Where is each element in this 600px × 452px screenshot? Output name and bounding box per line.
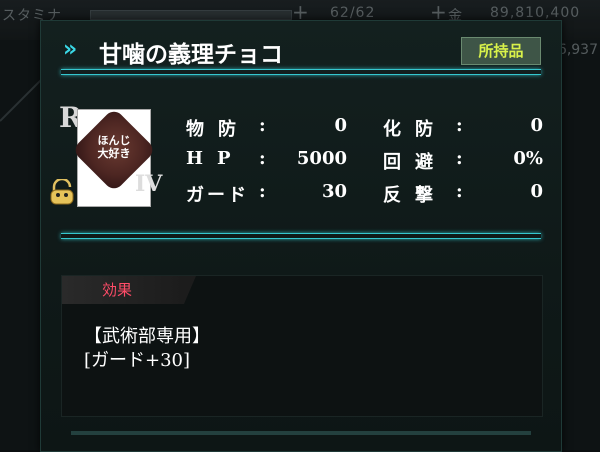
stamina-value: 62/62 bbox=[330, 5, 376, 21]
item-name: 甘噛の義理チョコ bbox=[99, 42, 283, 68]
effect-panel: 効果 【武術部専用】 [ガード+30] bbox=[61, 275, 543, 417]
money-value: 89,810,400 bbox=[490, 5, 581, 21]
owned-badge: 所持品 bbox=[461, 37, 541, 65]
phys-def-value: 0 bbox=[334, 115, 347, 136]
item-detail-dialog: » 甘噛の義理チョコ 所持品 R ほんじ 大好き IV 物防 : 0 化防 : … bbox=[40, 20, 562, 452]
counter-value: 0 bbox=[530, 181, 543, 202]
counter-colon: : bbox=[456, 181, 463, 202]
guard-label: ガード bbox=[186, 185, 249, 206]
bottom-bar bbox=[71, 431, 531, 435]
stats-separator bbox=[61, 233, 541, 239]
phys-def-colon: : bbox=[259, 115, 266, 136]
effect-tab: 効果 bbox=[62, 276, 196, 304]
hp-colon: : bbox=[259, 148, 266, 169]
chocolate-caption-line1: ほんじ bbox=[97, 134, 131, 147]
effect-line-1: 【武術部専用】 bbox=[84, 326, 210, 347]
stamina-bar bbox=[90, 10, 292, 20]
counter-label: 反撃 bbox=[383, 185, 447, 206]
evade-value: 0% bbox=[513, 148, 543, 169]
guard-value: 30 bbox=[321, 181, 347, 202]
hp-label: HP bbox=[186, 148, 245, 169]
effect-line-2: [ガード+30] bbox=[84, 350, 191, 371]
title-row: » 甘噛の義理チョコ 所持品 bbox=[41, 33, 561, 68]
magic-def-label: 化防 bbox=[383, 119, 447, 140]
hp-value: 5000 bbox=[296, 148, 347, 169]
chevron-right-icon: » bbox=[63, 37, 77, 62]
background-diagonal-line bbox=[0, 77, 44, 122]
magic-def-value: 0 bbox=[530, 115, 543, 136]
title-separator bbox=[61, 69, 541, 75]
evade-colon: : bbox=[456, 148, 463, 169]
chocolate-caption: ほんじ 大好き bbox=[84, 134, 144, 160]
guard-colon: : bbox=[259, 181, 266, 202]
chocolate-caption-line2: 大好き bbox=[97, 147, 131, 160]
effect-tab-label: 効果 bbox=[102, 281, 133, 299]
magic-def-colon: : bbox=[456, 115, 463, 136]
phys-def-label: 物防 bbox=[186, 119, 250, 140]
grade-numeral: IV bbox=[135, 171, 163, 197]
lock-icon[interactable] bbox=[47, 179, 77, 205]
evade-label: 回避 bbox=[383, 152, 447, 173]
background-left-panel bbox=[0, 40, 44, 450]
